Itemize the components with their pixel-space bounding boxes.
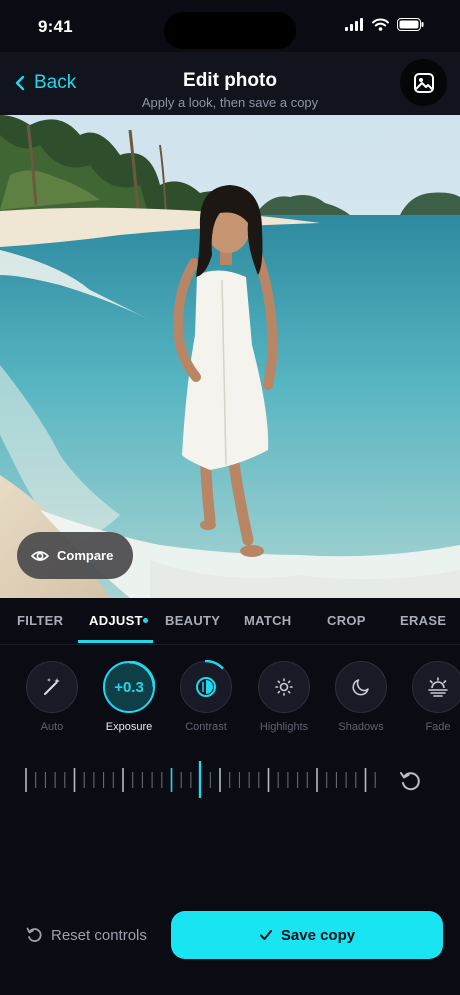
compare-button[interactable]: Compare [17,532,133,579]
battery-icon [397,18,424,31]
check-icon [259,930,272,940]
tool-exposure[interactable]: +0.3 Exposure [103,661,155,733]
contrast-progress-arc [204,660,224,670]
tool-auto[interactable]: Auto [26,661,78,733]
eye-icon [31,550,49,561]
page-subtitle: Apply a look, then save a copy [141,95,319,110]
page-title: Edit photo [183,70,277,91]
photo-preview[interactable] [0,115,460,598]
tool-label-fade: Fade [425,721,451,733]
tool-contrast[interactable]: Contrast [180,660,232,733]
exposure-slider[interactable] [22,760,382,800]
status-icons [345,18,424,31]
top-header: Back Edit photo Apply a look, then save … [0,52,460,115]
tab-filter[interactable]: FILTER [17,613,63,628]
sunset-icon [428,677,448,697]
tool-shadows[interactable]: Shadows [335,661,387,733]
gallery-button[interactable] [400,59,447,106]
sun-icon [275,678,293,696]
dynamic-island [164,12,296,49]
magic-wand-icon [44,678,60,695]
image-icon [413,72,434,93]
status-time: 9:41 [38,17,73,36]
tab-match[interactable]: MATCH [244,613,291,628]
reset-controls-label: Reset controls [51,926,147,944]
reset-icon [26,927,42,942]
signal-icon [345,18,363,31]
save-copy-button[interactable]: Save copy [171,911,443,959]
tool-fade[interactable]: Fade [412,661,460,733]
edit-tabs: FILTER ADJUST BEAUTY MATCH CROP ERASE [0,598,460,645]
moon-icon [352,679,369,696]
tab-beauty[interactable]: BEAUTY [165,613,220,628]
tab-active-dot [143,618,148,623]
exposure-progress-arc [128,661,155,688]
tab-adjust[interactable]: ADJUST [89,613,143,628]
tab-erase[interactable]: ERASE [400,613,446,628]
undo-icon[interactable] [398,769,422,793]
tool-highlights[interactable]: Highlights [258,661,310,733]
compare-label: Compare [57,548,114,563]
reset-controls-button[interactable]: Reset controls [25,926,147,944]
tab-active-indicator [78,640,153,643]
tab-crop[interactable]: CROP [327,613,366,628]
wifi-icon [372,18,389,31]
save-copy-label: Save copy [280,926,356,944]
status-bar: 9:41 [0,0,460,52]
